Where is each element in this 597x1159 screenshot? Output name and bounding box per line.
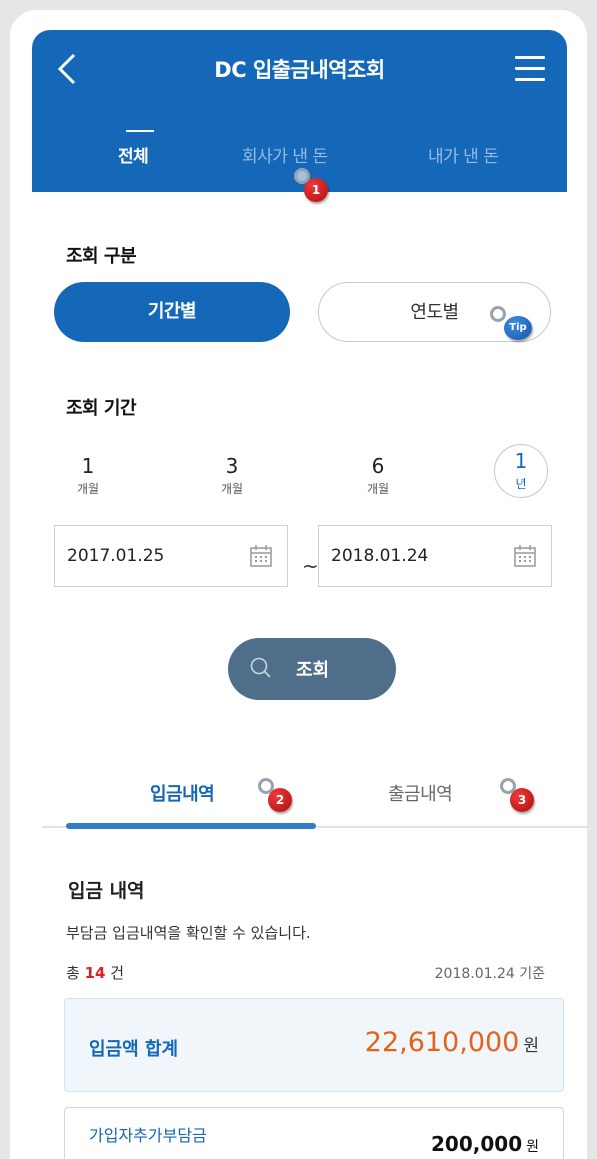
deposit-total-card: 입금액 합계 22,610,000 원: [64, 998, 564, 1092]
annotation-marker-3: 3: [500, 778, 534, 812]
tip-marker[interactable]: Tip: [490, 306, 532, 340]
active-tab-underline: [66, 823, 316, 829]
tab-self-paid[interactable]: 내가 낸 돈: [428, 142, 499, 167]
deposit-count: 총 14 건: [66, 964, 125, 982]
total-label: 입금액 합계: [89, 1039, 179, 1060]
query-period-label: 조회 기간: [66, 398, 137, 419]
list-item[interactable]: 가입자추가부담금 200,000 원: [64, 1107, 564, 1159]
end-date-field[interactable]: 2018.01.24: [318, 525, 552, 587]
calendar-icon[interactable]: [249, 544, 273, 568]
period-1-year[interactable]: 1 년: [494, 444, 548, 498]
search-button[interactable]: 조회: [228, 638, 396, 700]
deposit-section-title: 입금 내역: [68, 880, 145, 902]
phone-frame: DC 입출금내역조회 전체 회사가 낸 돈 내가 낸 돈 1 조회 구분 기간별…: [10, 10, 587, 1159]
period-1-month[interactable]: 1 개월: [70, 454, 106, 497]
item-amount: 200,000 원: [431, 1132, 539, 1156]
search-icon: [250, 657, 271, 678]
total-amount: 22,610,000 원: [364, 1027, 539, 1058]
tab-company-paid[interactable]: 회사가 낸 돈: [242, 142, 328, 167]
item-label: 가입자추가부담금: [89, 1126, 207, 1145]
tab-all[interactable]: 전체: [118, 142, 149, 167]
start-date-field[interactable]: 2017.01.25: [54, 525, 288, 587]
calendar-icon[interactable]: [513, 544, 537, 568]
period-6-months[interactable]: 6 개월: [360, 454, 396, 497]
annotation-marker-2: 2: [258, 778, 292, 812]
hamburger-menu-icon[interactable]: [515, 56, 545, 82]
page-title: DC 입출금내역조회: [214, 58, 385, 82]
deposit-description: 부담금 입금내역을 확인할 수 있습니다.: [66, 924, 311, 942]
basis-date: 2018.01.24 기준: [434, 966, 545, 982]
active-tab-indicator: [126, 130, 154, 132]
tab-deposit-history[interactable]: 입금내역: [150, 780, 215, 806]
tab-withdrawal-history[interactable]: 출금내역: [388, 780, 453, 806]
annotation-marker-1: 1: [294, 168, 328, 202]
date-range-separator: ~: [302, 554, 319, 578]
query-type-label: 조회 구분: [66, 246, 137, 267]
period-type-button[interactable]: 기간별: [54, 282, 290, 342]
period-3-months[interactable]: 3 개월: [214, 454, 250, 497]
